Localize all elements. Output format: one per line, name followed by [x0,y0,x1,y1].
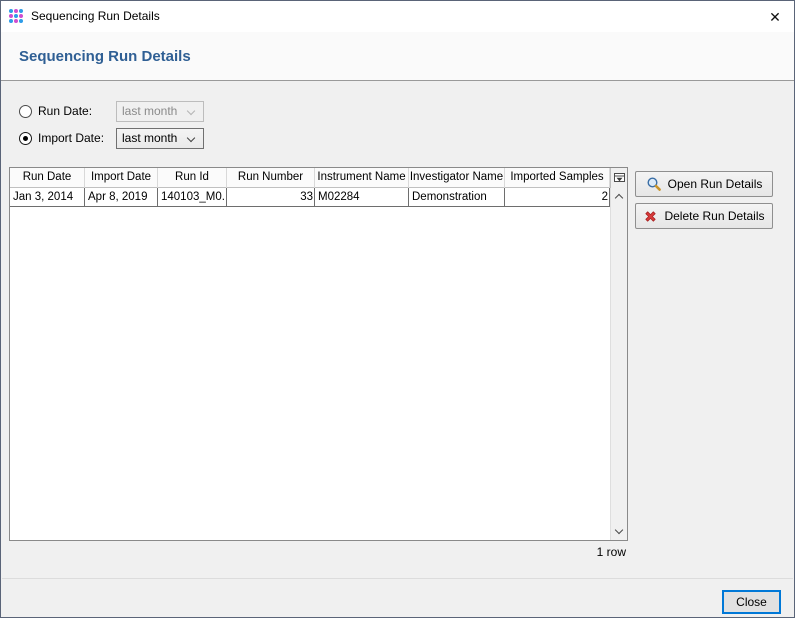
table-header-row: Run DateImport DateRun IdRun NumberInstr… [10,168,627,188]
table-row[interactable]: Jan 3, 2014Apr 8, 2019140103_M0...33M022… [10,188,610,207]
app-icon [9,9,25,24]
table-cell[interactable]: 33 [227,188,315,207]
table-cell[interactable]: Apr 8, 2019 [85,188,158,207]
table-cell[interactable]: 140103_M0... [158,188,227,207]
table-cell[interactable]: Jan 3, 2014 [10,188,85,207]
sequencing-run-details-dialog: Sequencing Run Details ✕ Sequencing Run … [0,0,795,618]
close-button[interactable]: Close [722,590,781,614]
column-header[interactable]: Run Number [227,168,315,188]
footer-divider [2,578,793,579]
column-chooser-button[interactable] [610,168,627,188]
column-header[interactable]: Run Date [10,168,85,188]
magnifier-icon [646,176,662,192]
scroll-up-icon[interactable] [615,194,623,202]
column-chooser-icon [614,173,625,184]
titlebar[interactable]: Sequencing Run Details ✕ [1,1,794,32]
table-cell[interactable]: 2 [505,188,610,207]
import-date-radio[interactable] [19,132,32,145]
vertical-scrollbar[interactable] [610,188,627,540]
import-date-label: Import Date: [38,128,104,149]
delete-run-details-label: Delete Run Details [664,209,764,223]
close-icon[interactable]: ✕ [767,9,783,25]
window-title: Sequencing Run Details [31,1,160,32]
column-header[interactable]: Investigator Name [409,168,505,188]
open-run-details-label: Open Run Details [668,177,763,191]
runs-table: Run DateImport DateRun IdRun NumberInstr… [9,167,628,541]
delete-x-icon [643,209,658,224]
run-date-label: Run Date: [38,101,92,122]
run-date-radio[interactable] [19,105,32,118]
app-icon-dot [9,14,13,18]
scroll-down-icon[interactable] [615,526,623,534]
delete-run-details-button[interactable]: Delete Run Details [635,203,773,229]
open-run-details-button[interactable]: Open Run Details [635,171,773,197]
column-header[interactable]: Import Date [85,168,158,188]
app-icon-dot [19,9,23,13]
table-cell[interactable]: Demonstration [409,188,505,207]
import-date-combobox-value: last month [122,131,177,145]
app-icon-dot [9,19,13,23]
app-icon-dot [14,14,18,18]
app-icon-dot [19,14,23,18]
app-icon-dot [14,19,18,23]
import-date-combobox[interactable]: last month [116,128,204,149]
run-date-combobox[interactable]: last month [116,101,204,122]
app-icon-dot [9,9,13,13]
app-icon-dot [14,9,18,13]
header-panel: Sequencing Run Details [1,32,794,81]
column-header[interactable]: Imported Samples [505,168,610,188]
row-count-label: 1 row [9,545,628,559]
app-icon-dot [19,19,23,23]
column-header[interactable]: Run Id [158,168,227,188]
chevron-down-icon [187,107,195,115]
table-cell[interactable]: M02284 [315,188,409,207]
table-body: Jan 3, 2014Apr 8, 2019140103_M0...33M022… [10,188,610,540]
chevron-down-icon [187,134,195,142]
column-header[interactable]: Instrument Name [315,168,409,188]
run-date-combobox-value: last month [122,104,177,118]
page-title: Sequencing Run Details [19,32,191,81]
